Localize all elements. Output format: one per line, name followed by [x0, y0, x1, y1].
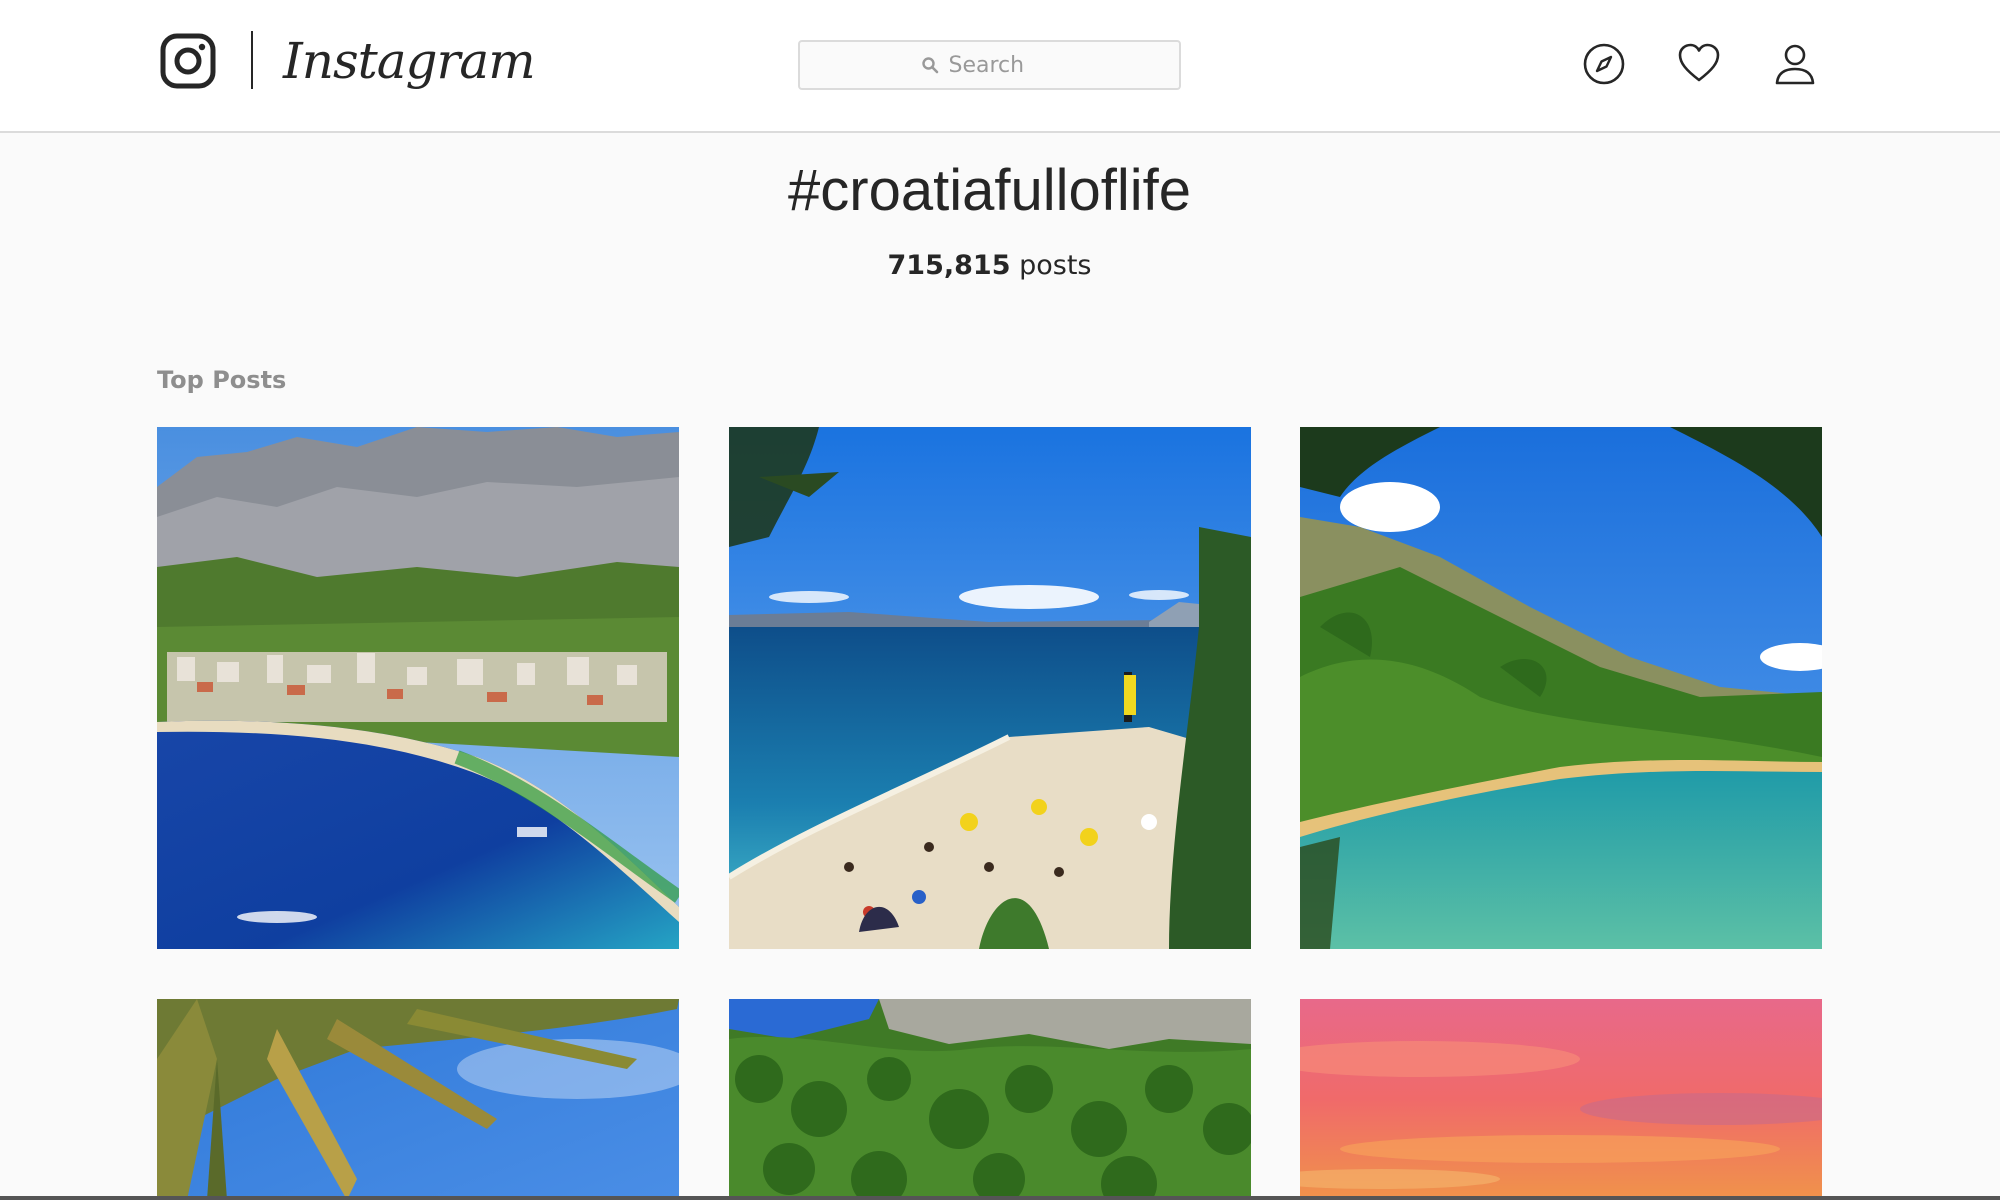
- post-thumbnail[interactable]: [157, 427, 679, 949]
- logo-divider: [251, 31, 253, 89]
- post-image: [729, 427, 1251, 949]
- hashtag-title: #croatiafulloflife: [788, 158, 1191, 223]
- post-image: [1300, 999, 1822, 1200]
- instagram-wordmark[interactable]: Instagram: [283, 26, 536, 96]
- person-icon[interactable]: [1772, 41, 1818, 87]
- post-count-number: 715,815: [887, 250, 1011, 281]
- window-bottom-edge: [0, 1196, 2000, 1200]
- search-icon: [921, 57, 938, 74]
- post-thumbnail[interactable]: [729, 427, 1251, 949]
- post-count: 715,815 posts: [0, 250, 1979, 281]
- post-image: [729, 999, 1251, 1200]
- post-thumbnail[interactable]: [1300, 427, 1822, 949]
- post-thumbnail[interactable]: [1300, 999, 1822, 1200]
- search-box[interactable]: [798, 40, 1181, 90]
- post-image: [157, 999, 679, 1200]
- post-thumbnail[interactable]: [729, 999, 1251, 1200]
- top-navigation-bar: Instagram: [0, 0, 2000, 133]
- search-input[interactable]: [948, 52, 1059, 78]
- heart-icon[interactable]: [1676, 41, 1722, 87]
- camera-logo-icon[interactable]: [160, 33, 216, 89]
- post-image: [1300, 427, 1822, 949]
- post-image: [157, 427, 679, 949]
- post-thumbnail[interactable]: [157, 999, 679, 1200]
- compass-icon[interactable]: [1581, 41, 1627, 87]
- top-posts-heading: Top Posts: [157, 366, 287, 394]
- post-count-suffix: posts: [1019, 250, 1092, 281]
